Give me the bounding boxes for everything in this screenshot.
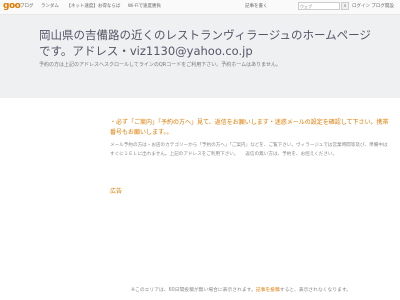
footer-text-after: すると、表示されなくなります。 <box>279 288 352 293</box>
nav-link-random[interactable]: ランダム <box>41 4 59 9</box>
footer-note: ※このエリアは、60日間投稿が無い場合に表示されます。記事を投稿すると、表示され… <box>131 286 351 293</box>
top-nav: ブログ ランダム 【ネット速度】お得ならば Wi-Fiで速度勝負 <box>20 3 167 9</box>
notice-text: ・必ず「ご案内」「予約の方へ」見て、返信をお願いします・迷惑メールの設定を確認し… <box>110 119 389 136</box>
search-button[interactable]: ⌕ <box>341 2 349 10</box>
nav-link-blog[interactable]: ブログ <box>20 4 34 9</box>
description-text: メール予約の方は・お店のカテゴリーから「予約の方へ」「ご案内」などを、ご覧下さい… <box>110 143 388 157</box>
post-article-link[interactable]: 記事を投稿 <box>256 288 280 293</box>
blog-subtitle: 予約の方は上記のアドレスへスクロールしてラインのQRコードをご利用下さい。予約ホ… <box>39 62 281 68</box>
nav-link-wifi[interactable]: Wi-Fiで速度勝負 <box>128 4 161 9</box>
top-bar: goo ブログ ランダム 【ネット速度】お得ならば Wi-Fiで速度勝負 記事を… <box>0 0 400 15</box>
write-article-link[interactable]: 記事を書く <box>245 3 268 9</box>
nav-link-promo[interactable]: 【ネット速度】お得ならば <box>66 4 120 9</box>
ad-label: 広告 <box>110 188 123 195</box>
footer-text-before: ※このエリアは、60日間投稿が無い場合に表示されます。 <box>131 288 256 293</box>
user-links[interactable]: ログイン ブログ開設 <box>352 3 394 9</box>
goo-logo[interactable]: goo <box>3 1 21 11</box>
search-input[interactable] <box>298 2 340 10</box>
blog-title[interactable]: 岡山県の吉備路の近くのレストランヴィラージュのホームページです。アドレス・viz… <box>39 27 379 59</box>
